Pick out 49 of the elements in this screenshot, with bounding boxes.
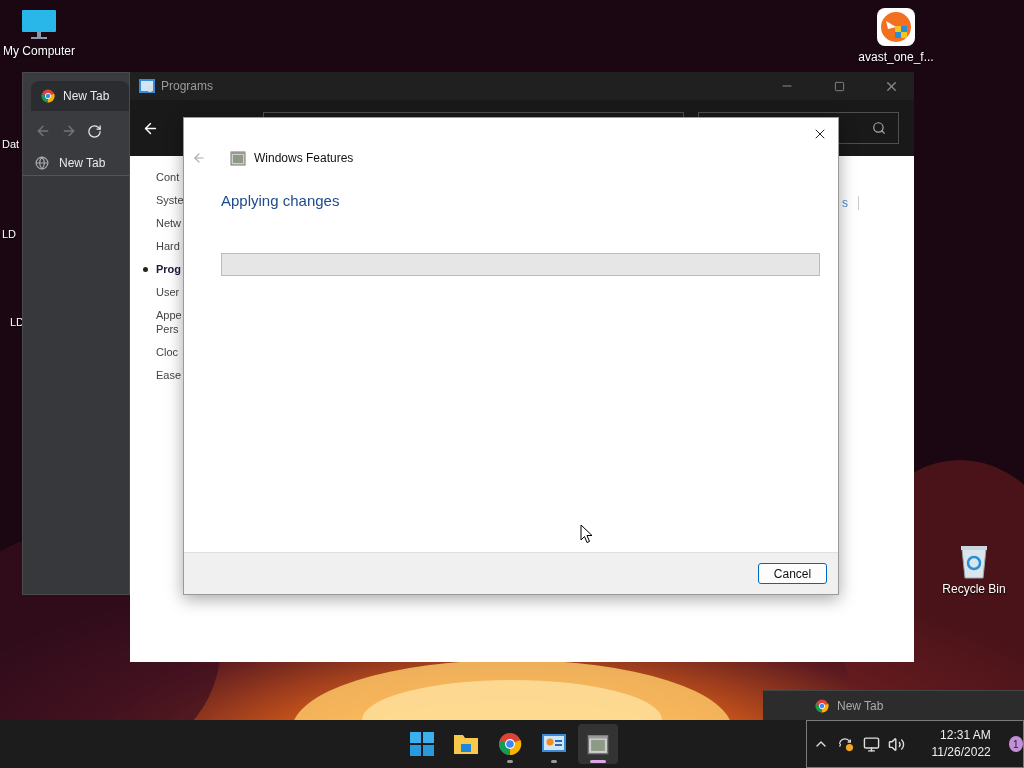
control-panel-icon bbox=[139, 79, 155, 93]
control-panel-icon bbox=[541, 733, 567, 755]
network-icon[interactable] bbox=[862, 735, 880, 753]
mouse-pointer-icon bbox=[580, 524, 593, 544]
browser-tab[interactable]: New Tab bbox=[31, 81, 129, 111]
windows-logo-icon bbox=[410, 732, 434, 756]
sidebar-item[interactable]: Ease bbox=[156, 368, 184, 382]
preview-title: New Tab bbox=[837, 698, 884, 713]
desktop-icon-label[interactable]: Dat bbox=[2, 138, 20, 150]
sync-icon[interactable] bbox=[837, 735, 855, 753]
dialog-heading: Applying changes bbox=[221, 192, 341, 209]
volume-icon[interactable] bbox=[887, 735, 905, 753]
forward-icon[interactable] bbox=[61, 123, 77, 139]
reload-icon[interactable] bbox=[87, 123, 102, 139]
notification-badge[interactable]: 1 bbox=[1008, 736, 1023, 752]
app-icon bbox=[876, 7, 916, 47]
desktop-icon-label[interactable]: avast_one_f... bbox=[858, 50, 934, 64]
chrome-icon bbox=[498, 732, 522, 756]
chrome-icon bbox=[815, 698, 829, 713]
window-title: Programs bbox=[161, 79, 214, 93]
sidebar-item[interactable]: Cloc bbox=[156, 345, 184, 359]
link[interactable]: s bbox=[842, 196, 859, 210]
sidebar-item[interactable]: User bbox=[156, 285, 184, 299]
sidebar-item[interactable]: Appe Pers bbox=[156, 308, 184, 336]
cancel-button[interactable]: Cancel bbox=[758, 563, 827, 584]
recycle-bin-icon bbox=[958, 543, 990, 579]
sidebar-item[interactable]: Syste bbox=[156, 193, 184, 207]
search-icon[interactable] bbox=[872, 121, 886, 135]
clock-time[interactable]: 12:31 AM bbox=[940, 727, 991, 744]
dialog-title: Windows Features bbox=[254, 151, 354, 165]
desktop-icon-label[interactable]: Recycle Bin bbox=[942, 582, 1006, 596]
monitor-icon bbox=[21, 9, 57, 41]
sidebar-item[interactable]: Hard bbox=[156, 239, 184, 253]
features-icon bbox=[230, 150, 246, 166]
clock-date[interactable]: 11/26/2022 bbox=[931, 744, 991, 761]
sidebar-item[interactable]: Netw bbox=[156, 216, 184, 230]
bookmark-link[interactable]: New Tab bbox=[59, 156, 106, 170]
desktop-icon-label[interactable]: LD bbox=[2, 228, 17, 240]
bullet-icon bbox=[143, 267, 148, 272]
desktop-icon-label[interactable]: My Computer bbox=[3, 44, 75, 58]
chrome-icon bbox=[41, 89, 55, 103]
window-preview[interactable]: New Tab bbox=[763, 690, 1024, 720]
maximize-icon[interactable] bbox=[833, 80, 845, 92]
sidebar-item[interactable]: Cont bbox=[156, 170, 184, 184]
features-icon bbox=[587, 733, 609, 755]
sidebar-item[interactable]: Prog bbox=[156, 262, 184, 276]
folder-icon bbox=[453, 733, 479, 755]
taskbar-button[interactable] bbox=[578, 724, 618, 764]
globe-icon bbox=[35, 156, 49, 170]
